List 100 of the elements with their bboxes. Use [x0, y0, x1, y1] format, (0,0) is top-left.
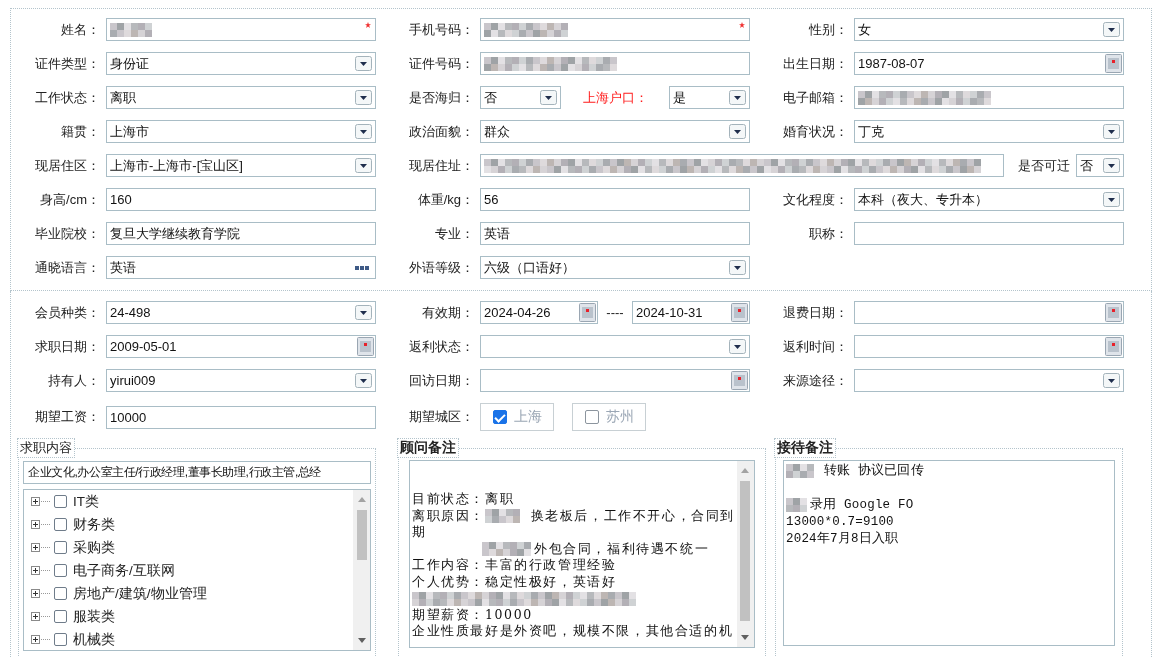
caret-icon[interactable] — [729, 339, 746, 354]
field-label: 现居住址： — [408, 156, 474, 175]
caret-icon[interactable] — [729, 260, 746, 275]
dropdown[interactable]: 离职 — [106, 86, 376, 109]
caret-icon[interactable] — [355, 56, 372, 71]
text-field[interactable]: 10000 — [106, 405, 376, 429]
caret-icon[interactable] — [1103, 192, 1120, 207]
caret-icon[interactable] — [729, 124, 746, 139]
dropdown[interactable]: 否 — [480, 86, 561, 109]
panel-title: 求职内容 — [17, 438, 75, 458]
dropdown[interactable]: 上海市 — [106, 120, 376, 143]
field-label: 求职日期： — [34, 337, 100, 356]
field-label: 电子邮箱： — [782, 88, 848, 107]
text-field[interactable] — [854, 222, 1124, 245]
calendar-icon[interactable] — [1105, 337, 1122, 356]
expand-icon[interactable] — [31, 543, 40, 552]
dropdown[interactable]: 身份证 — [106, 52, 376, 75]
note-text: 期望薪资：10000 — [412, 606, 533, 622]
caret-icon[interactable] — [355, 90, 372, 105]
text-field[interactable]: 56 — [480, 188, 750, 211]
notes-area[interactable]: 转账 协议已回传 录用 Google FO 13000*0.7=9100 2024年7月8日入职 — [783, 460, 1115, 646]
text-field[interactable] — [480, 18, 750, 41]
calendar-icon[interactable] — [1105, 54, 1122, 73]
blurred-text — [110, 23, 152, 38]
dropdown[interactable]: 24-498 — [106, 301, 376, 324]
expand-icon[interactable] — [31, 566, 40, 575]
checkbox[interactable] — [584, 410, 599, 424]
note-text: 录用 Google FO — [810, 498, 914, 512]
text-field[interactable]: 复旦大学继续教育学院 — [106, 222, 376, 245]
caret-icon[interactable] — [355, 373, 372, 388]
field-label: 婚育状况： — [782, 122, 848, 141]
text-field[interactable] — [106, 18, 376, 41]
dropdown[interactable]: 是 — [669, 86, 750, 109]
field-label: 体重/kg： — [416, 190, 474, 209]
dropdown[interactable]: 六级（口语好） — [480, 256, 750, 279]
tree-item[interactable]: 财务类 — [24, 513, 353, 536]
notes-area[interactable]: 目前状态：离职 离职原因： 换老板后，工作不开心，合同到 期 外包合同，福利待遇不统一 工作内容：丰富的行政管理经验 个人优势：稳定性极好，英语好 期望薪资：10000 企业性质最好是外资吧，规模不限，其他合适的机 — [409, 460, 755, 648]
date-field[interactable]: 2024-10-31 — [632, 301, 750, 324]
dropdown[interactable]: 女 — [854, 18, 1124, 41]
field-label: 手机号码： — [408, 20, 474, 39]
caret-icon[interactable] — [355, 158, 372, 173]
date-field[interactable]: 2009-05-01 — [106, 335, 376, 358]
dropdown[interactable]: 否 — [1076, 154, 1124, 177]
caret-icon[interactable] — [355, 305, 372, 320]
note-text: 离职原因： — [412, 507, 485, 523]
expand-icon[interactable] — [31, 612, 40, 621]
dropdown[interactable]: 丁克 — [854, 120, 1124, 143]
tree-item[interactable]: 房地产/建筑/物业管理 — [24, 582, 353, 605]
scrollbar[interactable] — [737, 461, 754, 647]
dropdown[interactable]: 上海市-上海市-[宝山区] — [106, 154, 376, 177]
field-label: 回访日期： — [408, 371, 474, 390]
field-label: 毕业院校： — [34, 224, 100, 243]
date-field[interactable] — [854, 335, 1124, 358]
lookup-field[interactable]: 英语 — [106, 256, 376, 279]
text-field[interactable] — [480, 154, 1004, 177]
tree-item[interactable]: 电子商务/互联网 — [24, 559, 353, 582]
calendar-icon[interactable] — [731, 371, 748, 390]
scrollbar[interactable] — [353, 490, 370, 650]
date-field[interactable] — [480, 369, 750, 392]
expand-icon[interactable] — [31, 497, 40, 506]
field-label: 持有人： — [47, 371, 100, 390]
expand-icon[interactable] — [31, 520, 40, 529]
text-field[interactable]: 企业文化,办公室主任/行政经理,董事长助理,行政主管,总经 — [23, 461, 371, 484]
text-field[interactable] — [480, 52, 750, 75]
calendar-icon[interactable] — [1105, 303, 1122, 322]
field-label: 文化程度： — [782, 190, 848, 209]
field-label: 外语等级： — [408, 258, 474, 277]
date-field[interactable] — [854, 301, 1124, 324]
checkbox[interactable] — [492, 410, 507, 424]
calendar-icon[interactable] — [579, 303, 596, 322]
caret-icon[interactable] — [1103, 124, 1120, 139]
caret-icon[interactable] — [729, 90, 746, 105]
caret-icon[interactable] — [1103, 22, 1120, 37]
calendar-icon[interactable] — [357, 337, 374, 356]
tree-item[interactable]: 服装类 — [24, 605, 353, 628]
caret-icon[interactable] — [1103, 373, 1120, 388]
panel-title: 接待备注 — [774, 438, 836, 458]
tree-item[interactable]: IT类 — [24, 490, 353, 513]
text-field[interactable]: 英语 — [480, 222, 750, 245]
dropdown[interactable]: 群众 — [480, 120, 750, 143]
caret-icon[interactable] — [355, 124, 372, 139]
date-field[interactable]: 2024-04-26 — [480, 301, 598, 324]
calendar-icon[interactable] — [731, 303, 748, 322]
text-field[interactable] — [854, 86, 1124, 109]
caret-icon[interactable] — [1103, 158, 1120, 173]
dropdown[interactable]: 本科（夜大、专升本） — [854, 188, 1124, 211]
field-label: 期望工资： — [34, 408, 100, 426]
field-label: 期望城区： — [408, 408, 474, 426]
field-label: 是否海归： — [408, 88, 474, 107]
tree-item[interactable]: 采购类 — [24, 536, 353, 559]
more-icon[interactable] — [355, 265, 369, 270]
expand-icon[interactable] — [31, 589, 40, 598]
caret-icon[interactable] — [540, 90, 557, 105]
expand-icon[interactable] — [31, 635, 40, 644]
field-label: 是否可迁 — [1018, 156, 1070, 175]
date-field[interactable]: 1987-08-07 — [854, 52, 1124, 75]
dropdown[interactable]: yirui009 — [106, 369, 376, 392]
note-text: 工作内容：丰富的行政管理经验 — [412, 557, 617, 572]
tree-item[interactable]: 机械类 — [24, 628, 353, 650]
text-field[interactable]: 160 — [106, 188, 376, 211]
